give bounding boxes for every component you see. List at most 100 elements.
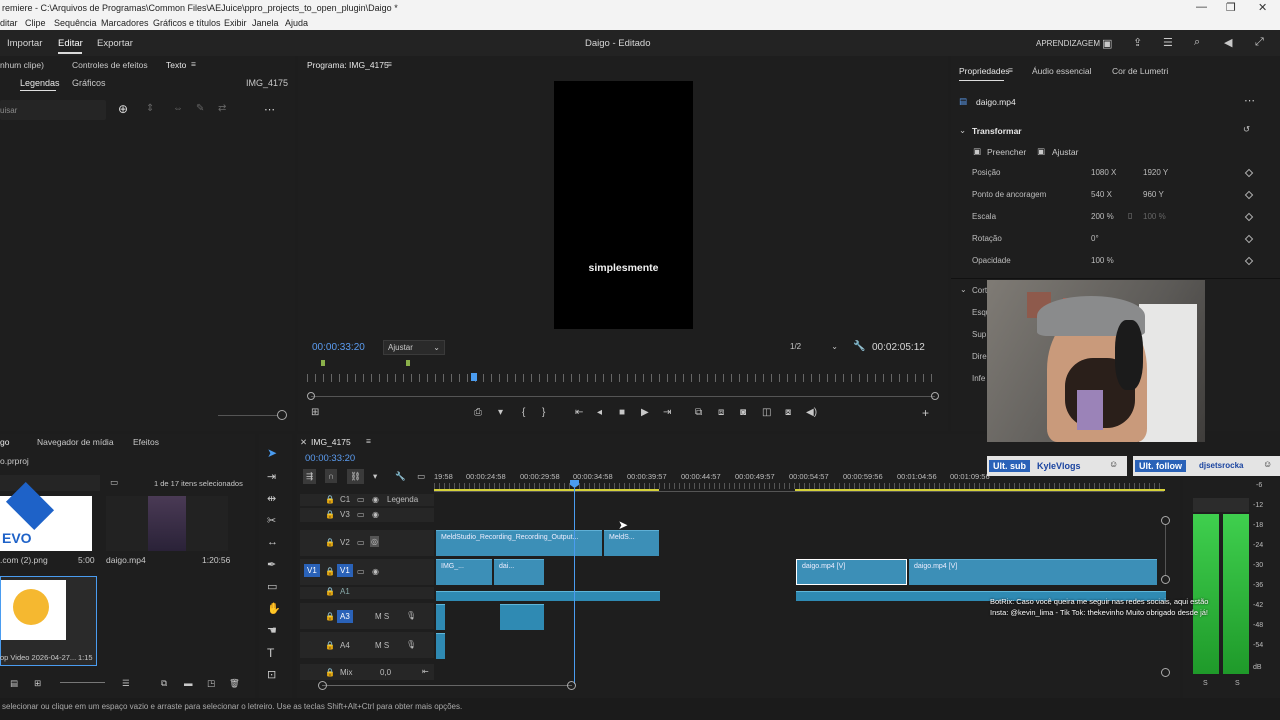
zoom-handle-left[interactable] (307, 392, 315, 400)
toggle-output-icon[interactable]: ▭ (357, 567, 365, 576)
sort-icon[interactable]: ☰ (122, 678, 130, 689)
clip-v2-melds[interactable]: MeldS... (604, 530, 659, 556)
rotation-value[interactable]: 0° (1091, 234, 1099, 243)
program-ruler[interactable] (307, 374, 939, 382)
type-tool-icon[interactable]: T (267, 646, 274, 660)
audio-clip-a4[interactable] (436, 633, 445, 659)
step-back-icon[interactable]: ◂ (597, 407, 602, 418)
thumbnail-evo[interactable]: EVO (0, 481, 92, 551)
clip-v1-daigo-2[interactable]: daigo.mp4 [V] (909, 559, 1157, 585)
vertical-scroll-handle[interactable] (1161, 668, 1170, 677)
tab-import[interactable]: Importar (7, 38, 42, 49)
go-to-out-icon[interactable]: ⇥ (663, 407, 671, 418)
menu-view[interactable]: Exibir (224, 18, 247, 28)
razor-icon[interactable]: ✂ (267, 514, 276, 527)
toggle-output-icon[interactable]: ▭ (357, 538, 365, 547)
new-bin-icon[interactable]: ▬ (184, 678, 193, 688)
fill-button[interactable]: Preencher (987, 147, 1026, 157)
anchor-y-value[interactable]: 960 Y (1143, 190, 1164, 199)
lock-icon[interactable]: 🔒 (325, 567, 335, 576)
timeline-timecode[interactable]: 00:00:33:20 (305, 453, 355, 464)
lock-icon[interactable]: 🔒 (325, 641, 335, 650)
fit-icon[interactable]: ▣ (1037, 146, 1045, 157)
linked-selection-icon[interactable]: ⛓ (347, 469, 364, 484)
marker[interactable] (406, 360, 410, 366)
wrench-icon[interactable]: 🔧 (395, 471, 406, 482)
crop-section[interactable]: Cort (972, 286, 987, 295)
keyframe-diamond-icon[interactable] (1244, 212, 1254, 222)
tab-media-browser[interactable]: Navegador de mídia (37, 437, 114, 447)
rectangle-icon[interactable]: ▭ (267, 580, 277, 593)
insert-icon[interactable]: ⧉ (695, 407, 702, 418)
lift-icon[interactable]: ⎙ (474, 407, 482, 418)
tab-essential-audio[interactable]: Áudio essencial (1032, 66, 1092, 76)
chevron-down-icon[interactable]: ⌄ (959, 125, 966, 136)
reset-icon[interactable]: ↺ (1243, 124, 1250, 135)
program-timecode[interactable]: 00:00:33:20 (312, 342, 365, 353)
close-icon[interactable]: ✕ (300, 437, 307, 448)
camera-icon[interactable]: ◙ (740, 407, 746, 418)
more-options-icon[interactable]: ⋯ (1244, 94, 1255, 107)
tab-project[interactable]: go (0, 437, 9, 447)
captions-icon[interactable]: ▭ (417, 471, 425, 482)
program-menu-icon[interactable]: ≡ (387, 59, 392, 69)
menu-graphics[interactable]: Gráficos e títulos (153, 18, 221, 28)
tab-text[interactable]: Texto (166, 60, 186, 70)
wrench-icon[interactable]: 🔧 (853, 341, 865, 352)
search-input[interactable]: uisar (0, 100, 106, 120)
play-icon[interactable]: ▶ (641, 407, 649, 418)
transform-section[interactable]: Transformar (972, 126, 1022, 136)
lock-icon[interactable]: 🔒 (325, 668, 335, 677)
new-item-icon[interactable]: ◳ (207, 678, 215, 689)
tab-properties[interactable]: Propriedades (959, 66, 1010, 76)
track-select-icon[interactable]: ⇥ (267, 470, 276, 483)
volume-icon[interactable]: ◀ (1224, 36, 1232, 49)
ripple-edit-icon[interactable]: ⇹ (267, 492, 276, 505)
fullscreen-icon[interactable]: ⤢ (1255, 36, 1264, 49)
go-to-in-icon[interactable]: ⇤ (575, 407, 583, 418)
properties-menu-icon[interactable]: ≡ (1008, 65, 1013, 75)
split-icon[interactable]: ⇔ (173, 103, 183, 114)
trim-icon[interactable]: ⧇ (785, 407, 791, 418)
eye-hidden-icon[interactable]: ◎ (370, 536, 379, 547)
slip-icon[interactable]: ↔ (267, 536, 278, 548)
anchor-x-value[interactable]: 540 X (1091, 190, 1112, 199)
subtab-graphics[interactable]: Gráficos (72, 78, 106, 88)
zoom-handle-right[interactable] (931, 392, 939, 400)
hand-icon[interactable]: ✋ (267, 602, 281, 615)
eye-icon[interactable]: ◉ (372, 495, 379, 504)
share-icon[interactable]: ⇪ (1133, 36, 1142, 49)
menu-edit[interactable]: ditar (0, 18, 18, 28)
trash-icon[interactable]: 🗑 (229, 678, 240, 689)
toggle-output-icon[interactable]: ▭ (357, 510, 365, 519)
keyframe-diamond-icon[interactable] (1244, 256, 1254, 266)
menu-help[interactable]: Ajuda (285, 18, 308, 28)
vertical-scroll-handle[interactable] (1161, 516, 1170, 525)
pen-icon[interactable]: ✒ (267, 558, 276, 571)
vertical-scrollbar[interactable] (1165, 525, 1166, 575)
marker[interactable] (321, 360, 325, 366)
lock-icon[interactable]: 🔒 (325, 612, 335, 621)
lock-icon[interactable]: 🔒 (325, 510, 335, 519)
chevron-down-icon[interactable]: ⌄ (960, 285, 967, 294)
learning-button[interactable]: APRENDIZAGEM (1036, 39, 1100, 48)
caption-tool-icon[interactable]: ⊡ (267, 668, 276, 681)
keyframe-diamond-icon[interactable] (1244, 234, 1254, 244)
sequence-tab[interactable]: IMG_4175 (311, 437, 351, 447)
opacity-value[interactable]: 100 % (1091, 256, 1114, 265)
audio-icon[interactable]: ◀) (806, 407, 817, 418)
minimize-button[interactable]: — (1196, 1, 1207, 13)
replace-icon[interactable]: ⇄ (218, 103, 226, 114)
sequence-menu-icon[interactable]: ≡ (366, 436, 371, 446)
menu-markers[interactable]: Marcadores (101, 18, 149, 28)
fit-button[interactable]: Ajustar (1052, 147, 1078, 157)
thumbnail-daigo[interactable] (106, 496, 228, 551)
solo-right[interactable]: S (1235, 680, 1240, 687)
scroll-handle-right[interactable] (567, 681, 576, 690)
safe-margins-icon[interactable]: ⊞ (311, 407, 319, 418)
project-search-input[interactable] (0, 475, 100, 491)
menu-sequence[interactable]: Sequência (54, 18, 97, 28)
lock-icon[interactable]: 🔒 (325, 495, 335, 504)
list-view-icon[interactable]: ▤ (10, 678, 18, 689)
resolution-dropdown[interactable]: 1/2 ⌄ (786, 340, 842, 353)
